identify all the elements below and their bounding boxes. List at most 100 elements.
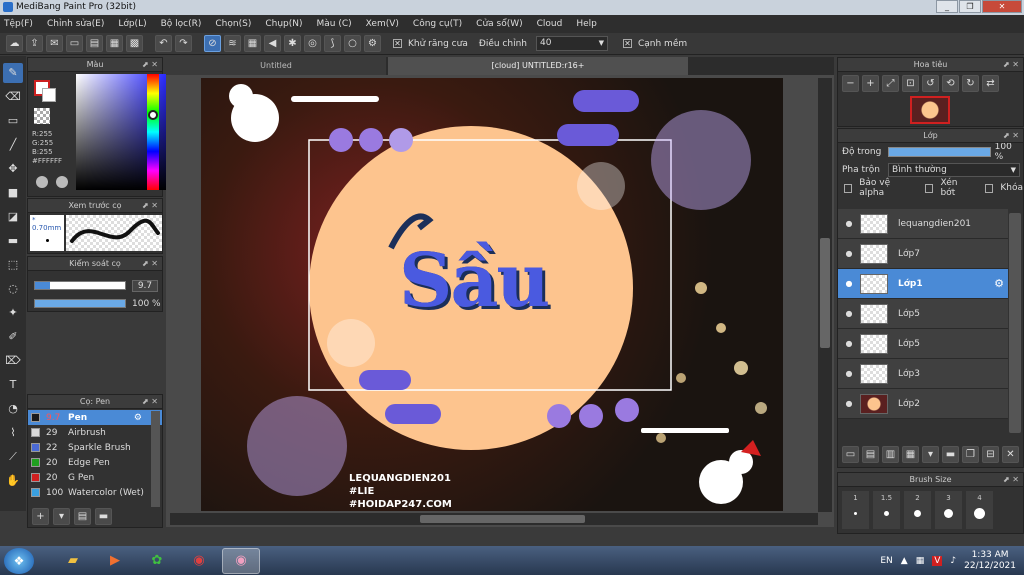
menu-file[interactable]: Tệp(F) xyxy=(4,15,33,33)
brush-size-preset[interactable]: 3 xyxy=(935,491,962,529)
eye-icon[interactable]: ● xyxy=(838,369,860,378)
hue-slider[interactable] xyxy=(147,74,159,190)
new-8bit-layer-icon[interactable]: ▥ xyxy=(882,446,899,463)
eraser-tool-icon[interactable]: ⌫ xyxy=(3,87,23,107)
flip-icon[interactable]: ⇄ xyxy=(982,75,999,92)
text-tool-icon[interactable]: T xyxy=(3,375,23,395)
layer-list-scrollbar[interactable] xyxy=(1009,213,1021,433)
layer-row[interactable]: ● lequangdien201 xyxy=(838,209,1008,239)
clock[interactable]: 1:33 AM 22/12/2021 xyxy=(964,550,1016,572)
artwork-canvas[interactable]: Sầu LEQUANGDIEN201 #LIE #HOIDAP247.COM xyxy=(201,78,783,511)
delete-layer-icon[interactable]: ✕ xyxy=(1002,446,1019,463)
add-brush-icon[interactable]: + xyxy=(32,508,49,525)
gear-icon[interactable]: ⚙ xyxy=(134,413,142,423)
eye-icon[interactable]: ● xyxy=(838,309,860,318)
menu-window[interactable]: Cửa sổ(W) xyxy=(476,15,522,33)
rectangle-tool-icon[interactable]: ▭ xyxy=(3,111,23,131)
layer-opacity-slider[interactable] xyxy=(887,147,991,157)
menu-color[interactable]: Màu (C) xyxy=(317,15,352,33)
actual-size-icon[interactable]: ⊡ xyxy=(902,75,919,92)
menu-help[interactable]: Help xyxy=(576,15,597,33)
lock-checkbox[interactable] xyxy=(985,183,994,193)
new-halftone-layer-icon[interactable]: ▤ xyxy=(862,446,879,463)
brush-size-value[interactable]: 9.7 xyxy=(132,280,158,292)
swap-colors-icon[interactable] xyxy=(56,176,68,188)
select-eraser-tool-icon[interactable]: ⌦ xyxy=(3,351,23,371)
perspective-snap-icon[interactable]: ◀ xyxy=(264,35,281,52)
menu-snap[interactable]: Chụp(N) xyxy=(265,15,302,33)
menu-tools[interactable]: Công cụ(T) xyxy=(413,15,462,33)
tab-untitled[interactable]: Untitled xyxy=(166,57,386,75)
blend-mode-dropdown[interactable]: Bình thường ▼ xyxy=(888,163,1020,177)
concentric-snap-icon[interactable]: ◎ xyxy=(304,35,321,52)
file-explorer-icon[interactable]: ▰ xyxy=(54,548,92,574)
brush-item-edge-pen[interactable]: 20 Edge Pen xyxy=(28,455,162,470)
add-layer-menu-icon[interactable]: ▾ xyxy=(922,446,939,463)
comment-icon[interactable]: ✉ xyxy=(46,35,63,52)
panel-pin-icon[interactable]: ⬈ ✕ xyxy=(1003,129,1019,143)
brush-item-sparkle[interactable]: 22 Sparkle Brush xyxy=(28,440,162,455)
new-layer-icon[interactable]: ▭ xyxy=(842,446,859,463)
vertical-scroll-thumb[interactable] xyxy=(820,238,830,348)
brush-size-preset[interactable]: 4 xyxy=(966,491,993,529)
snap-off-icon[interactable]: ⊘ xyxy=(204,35,221,52)
network-icon[interactable]: ▦ xyxy=(916,556,925,566)
chrome-icon[interactable]: ◉ xyxy=(180,548,218,574)
layer-row-selected[interactable]: ● Lớp1 ⚙ xyxy=(838,269,1008,299)
brush-list-scrollbar[interactable] xyxy=(151,411,160,507)
redo-icon[interactable]: ↷ xyxy=(175,35,192,52)
navigator-thumbnail[interactable] xyxy=(910,96,950,124)
gear-icon[interactable]: ⚙ xyxy=(994,277,1004,290)
rotate-right-icon[interactable]: ↻ xyxy=(962,75,979,92)
eye-icon[interactable]: ● xyxy=(838,249,860,258)
brush-size-preset[interactable]: 1.5 xyxy=(873,491,900,529)
reset-rotation-icon[interactable]: ⟲ xyxy=(942,75,959,92)
frame-tool-icon[interactable]: ⟋ xyxy=(3,447,23,467)
brush-folder-icon[interactable]: ▬ xyxy=(95,508,112,525)
palette-icon[interactable] xyxy=(36,176,48,188)
layer-row[interactable]: ● Lớp2 xyxy=(838,389,1008,419)
line-tool-icon[interactable]: ╱ xyxy=(3,135,23,155)
brush-copy-icon[interactable]: ▤ xyxy=(74,508,91,525)
canvas-vertical-scrollbar[interactable] xyxy=(818,78,832,512)
sharp-edge-checkbox[interactable]: ✕ xyxy=(622,39,632,48)
secondary-color-swatch[interactable] xyxy=(42,88,56,102)
menu-view[interactable]: Xem(V) xyxy=(366,15,399,33)
volume-icon[interactable]: ♪ xyxy=(950,556,956,566)
panel-pin-icon[interactable]: ⬈ ✕ xyxy=(142,257,158,271)
brush-menu-icon[interactable]: ▾ xyxy=(53,508,70,525)
brush-tool-icon[interactable]: ✎ xyxy=(3,63,23,83)
share-icon[interactable]: ⇪ xyxy=(26,35,43,52)
parallel-snap-icon[interactable]: ≋ xyxy=(224,35,241,52)
panel-pin-icon[interactable]: ⬈ ✕ xyxy=(1003,473,1019,487)
close-button[interactable]: ✕ xyxy=(982,0,1022,13)
minimize-button[interactable]: _ xyxy=(936,0,958,13)
layer-row[interactable]: ● Lớp7 xyxy=(838,239,1008,269)
lasso-tool-icon[interactable]: ◌ xyxy=(3,279,23,299)
circle-snap-icon[interactable]: ○ xyxy=(344,35,361,52)
layer-row[interactable]: ● Lớp5 xyxy=(838,299,1008,329)
brush-size-preset[interactable]: 1 xyxy=(842,491,869,529)
radial-snap-icon[interactable]: ✱ xyxy=(284,35,301,52)
menu-select[interactable]: Chọn(S) xyxy=(215,15,251,33)
brush-item-airbrush[interactable]: 29 Airbrush xyxy=(28,425,162,440)
horizontal-scroll-thumb[interactable] xyxy=(420,515,585,523)
panel-pin-icon[interactable]: ⬈ ✕ xyxy=(1003,58,1019,72)
medibang-taskbar-icon[interactable]: ◉ xyxy=(222,547,260,574)
zoom-in-icon[interactable]: + xyxy=(862,75,879,92)
language-indicator[interactable]: EN xyxy=(880,556,892,566)
hand-tool-icon[interactable]: ✋ xyxy=(3,471,23,491)
brush-item-g-pen[interactable]: 20 G Pen xyxy=(28,470,162,485)
menu-cloud[interactable]: Cloud xyxy=(537,15,563,33)
layer-row[interactable]: ● Lớp3 xyxy=(838,359,1008,389)
brush-size-slider[interactable] xyxy=(34,281,126,290)
antialias-checkbox[interactable]: ✕ xyxy=(393,39,402,48)
menu-filter[interactable]: Bộ lọc(R) xyxy=(161,15,202,33)
page-icon[interactable]: ▭ xyxy=(66,35,83,52)
new-1bit-layer-icon[interactable]: ▦ xyxy=(902,446,919,463)
gradient-tool-icon[interactable]: ▬ xyxy=(3,231,23,251)
eye-icon[interactable]: ● xyxy=(838,279,860,288)
brush-size-preset[interactable]: 2 xyxy=(904,491,931,529)
transparent-swatch[interactable] xyxy=(34,108,50,124)
panel-pin-icon[interactable]: ⬈ ✕ xyxy=(142,395,158,409)
